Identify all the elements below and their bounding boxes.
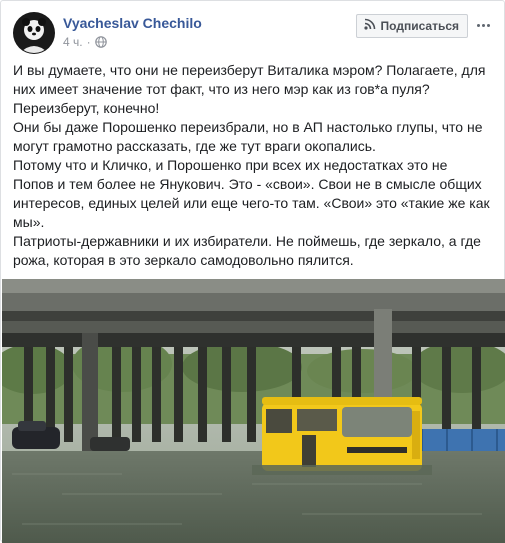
rss-icon [363,15,376,37]
post-paragraph-1: И вы думаете, что они не переизберут Вит… [13,62,486,97]
subscribe-button[interactable]: Подписаться [355,14,468,38]
globe-icon[interactable] [94,36,107,51]
post-photo[interactable] [2,279,505,543]
post-card: Vyacheslav Chechilo 4 ч. · Подписаться И … [0,0,505,543]
avatar-image [14,13,54,53]
post-paragraph-2: Переизберут, конечно! [13,100,160,116]
avatar[interactable] [13,12,55,54]
post-header: Vyacheslav Chechilo 4 ч. · Подписаться [13,12,494,54]
more-options-icon[interactable] [474,18,492,32]
post-text: И вы думаете, что они не переизберут Вит… [13,61,491,270]
flooded-bus-photo [2,279,505,543]
post-time[interactable]: 4 ч. [63,35,83,49]
bus-shape [262,397,422,471]
author-name[interactable]: Vyacheslav Chechilo [63,15,202,31]
subscribe-label: Подписаться [380,19,459,33]
meta-separator: · [86,35,91,49]
post-meta: 4 ч. · [63,35,107,51]
post-paragraph-3: Они бы даже Порошенко переизбрали, но в … [13,119,483,154]
post-paragraph-4: Потому что и Кличко, и Порошенко при все… [13,157,490,230]
post-paragraph-5: Патриоты-державники и их избиратели. Не … [13,233,481,268]
